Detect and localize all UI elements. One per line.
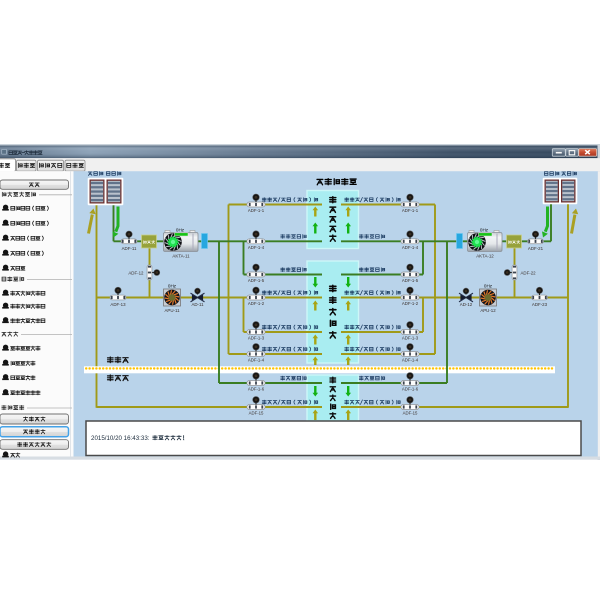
- svg-text:AKTA-11: AKTA-11: [172, 254, 190, 259]
- svg-text:APU-11: APU-11: [164, 308, 180, 313]
- svg-text:ADF-1-1: ADF-1-1: [248, 208, 265, 213]
- svg-text:ADF-1-4: ADF-1-4: [248, 245, 265, 250]
- svg-text:ADF-12: ADF-12: [128, 271, 144, 276]
- svg-text:2015/10/20 16:43:33:: 2015/10/20 16:43:33:: [91, 435, 150, 442]
- svg-text:AKTA-12: AKTA-12: [476, 254, 494, 259]
- svg-text:ADF-1-3: ADF-1-3: [248, 336, 265, 341]
- svg-text:ADF-1-5: ADF-1-5: [402, 278, 419, 283]
- svg-text:ADF-1-2: ADF-1-2: [248, 301, 265, 306]
- svg-text:APU-12: APU-12: [480, 308, 496, 313]
- svg-text:ADF-1-4: ADF-1-4: [248, 358, 265, 363]
- svg-text:0Hz: 0Hz: [168, 284, 177, 289]
- svg-text:ADF-1-4: ADF-1-4: [402, 245, 419, 250]
- svg-text:ADF-1-3: ADF-1-3: [402, 336, 419, 341]
- svg-text:ADF-1-1: ADF-1-1: [402, 208, 419, 213]
- svg-text:0Hz: 0Hz: [480, 227, 489, 232]
- svg-text:ADF-21: ADF-21: [528, 246, 544, 251]
- svg-text:ADF-22: ADF-22: [521, 271, 537, 276]
- svg-text:ADF-1-4: ADF-1-4: [402, 358, 419, 363]
- svg-text:0Hz: 0Hz: [484, 284, 493, 289]
- svg-text:ADF-13: ADF-13: [110, 302, 126, 307]
- svg-text:ADF-15: ADF-15: [249, 411, 264, 416]
- svg-text:ADF-1-6: ADF-1-6: [248, 387, 265, 392]
- svg-text:AD-11: AD-11: [191, 302, 204, 307]
- svg-text:ADF-1-5: ADF-1-5: [248, 278, 265, 283]
- svg-text:ADF-1-2: ADF-1-2: [402, 301, 419, 306]
- svg-text:ADF-23: ADF-23: [532, 302, 548, 307]
- svg-text:ADF-15: ADF-15: [403, 411, 418, 416]
- svg-text:ADF-1-6: ADF-1-6: [402, 387, 419, 392]
- svg-text:AD-12: AD-12: [460, 302, 473, 307]
- svg-text:0Hz: 0Hz: [176, 227, 185, 232]
- svg-text:ADF-11: ADF-11: [122, 246, 137, 251]
